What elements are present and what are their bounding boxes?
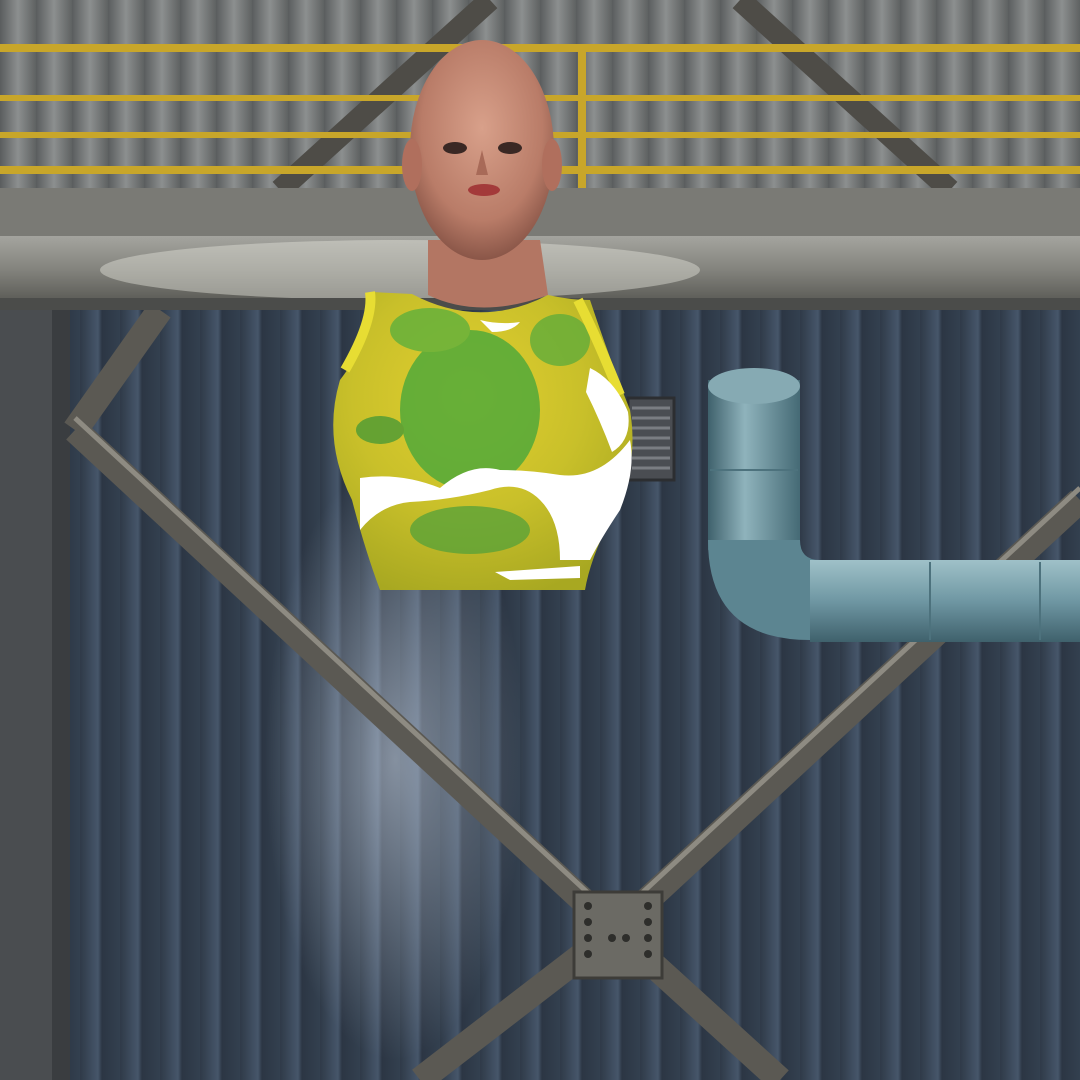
vent-grille-icon — [626, 396, 676, 482]
character-mouth — [468, 184, 500, 196]
bolted-plate-icon — [572, 890, 664, 980]
game-scene — [0, 0, 1080, 1080]
character-ear-left — [402, 139, 422, 191]
character-ear-right — [542, 139, 562, 191]
pillar-edge — [52, 300, 70, 1080]
beam-light — [100, 240, 700, 300]
character-eye-right — [498, 142, 522, 154]
character-eye-left — [443, 142, 467, 154]
